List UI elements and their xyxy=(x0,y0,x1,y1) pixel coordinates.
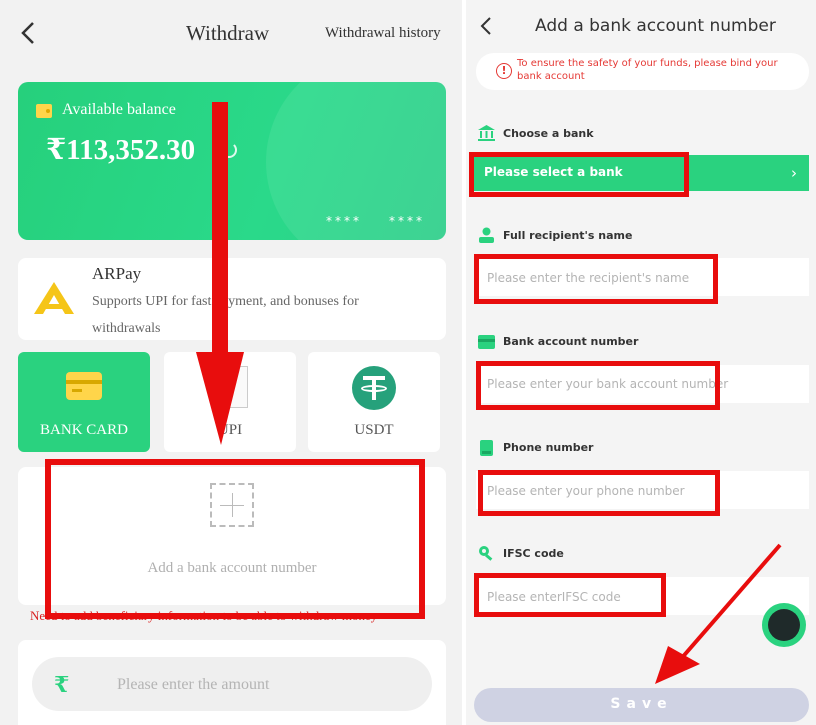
recipient-name-placeholder: Please enter the recipient's name xyxy=(487,271,690,285)
phone-number-placeholder: Please enter your phone number xyxy=(487,484,685,498)
method-bank-card[interactable]: BANK CARD xyxy=(18,352,150,452)
balance-amount: ₹113,352.30 xyxy=(46,134,196,166)
phone-icon xyxy=(480,440,493,456)
bank-select[interactable]: Please select a bank › xyxy=(470,155,809,191)
bank-icon xyxy=(478,125,495,141)
masked-card-number-1: **** xyxy=(326,214,362,228)
safety-text: To ensure the safety of your funds, plea… xyxy=(517,58,778,82)
withdrawal-history-link[interactable]: Withdrawal history xyxy=(325,25,441,42)
save-label: Save xyxy=(610,696,673,712)
account-number-placeholder: Please enter your bank account number xyxy=(487,377,729,391)
card-icon xyxy=(478,335,495,349)
back-arrow-icon[interactable] xyxy=(479,16,493,36)
method-label: BANK CARD xyxy=(40,422,128,438)
safety-notice: ! To ensure the safety of your funds, pl… xyxy=(476,53,809,90)
refresh-icon[interactable] xyxy=(221,142,237,158)
phone-label: Phone number xyxy=(503,441,594,454)
add-bank-screen: Add a bank account number ! To ensure th… xyxy=(466,0,816,725)
balance-label: Available balance xyxy=(62,101,176,118)
masked-card-number-2: **** xyxy=(389,214,425,228)
page-title: Withdraw xyxy=(186,21,270,45)
add-bank-account-button[interactable]: Add a bank account number xyxy=(18,467,446,605)
method-upi[interactable]: UPI xyxy=(164,352,296,452)
key-icon xyxy=(479,546,493,561)
back-arrow-icon[interactable] xyxy=(18,20,40,46)
arpay-card[interactable]: ARPay Supports UPI for fast payment, and… xyxy=(18,258,446,340)
page-title: Add a bank account number xyxy=(535,16,776,36)
arpay-description: Supports UPI for fast payment, and bonus… xyxy=(92,294,359,336)
method-label: UPI xyxy=(217,422,243,438)
chevron-right-icon: › xyxy=(791,164,797,182)
arpay-logo-icon xyxy=(34,282,74,314)
bank-label: Choose a bank xyxy=(503,127,594,140)
add-bank-label: Add a bank account number xyxy=(147,560,317,576)
person-icon xyxy=(479,227,494,243)
name-label: Full recipient's name xyxy=(503,229,633,242)
method-usdt[interactable]: USDT xyxy=(308,352,440,452)
bank-select-placeholder: Please select a bank xyxy=(484,165,623,179)
upi-icon xyxy=(214,366,248,408)
method-label: USDT xyxy=(354,422,394,438)
floating-chat-icon[interactable] xyxy=(762,603,806,647)
balance-card: Available balance ₹113,352.30 **** **** xyxy=(18,82,446,240)
bank-card-icon xyxy=(66,372,102,400)
account-label: Bank account number xyxy=(503,335,639,348)
wallet-icon xyxy=(36,104,52,118)
usdt-icon xyxy=(352,366,396,410)
plus-icon xyxy=(210,483,254,527)
rupee-icon: ₹ xyxy=(54,672,70,697)
beneficiary-warning: Need to add beneficiary information to b… xyxy=(30,608,378,623)
ifsc-code-placeholder: Please enterIFSC code xyxy=(487,590,621,604)
arpay-name: ARPay xyxy=(92,264,142,283)
ifsc-label: IFSC code xyxy=(503,547,564,560)
save-button[interactable]: Save xyxy=(474,688,809,722)
withdraw-screen: Withdraw Withdrawal history Available ba… xyxy=(0,0,462,725)
warning-icon: ! xyxy=(496,63,512,79)
amount-placeholder: Please enter the amount xyxy=(117,676,270,693)
